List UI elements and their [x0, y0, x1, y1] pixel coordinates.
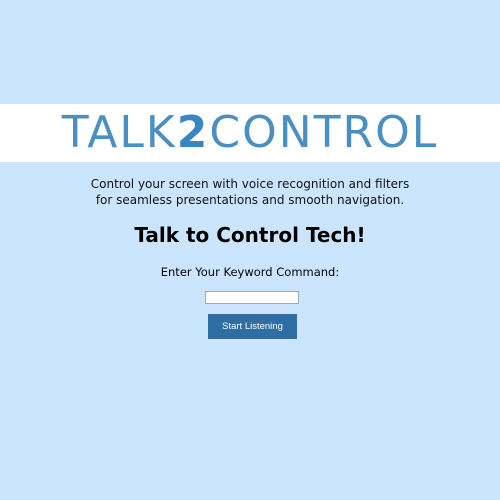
keyword-command-label: Enter Your Keyword Command: — [160, 265, 340, 279]
intro-line-2: for seamless presentations and smooth na… — [95, 193, 405, 207]
intro-text: Control your screen with voice recogniti… — [0, 176, 500, 208]
header-banner: TALK 2 CONTROL — [0, 104, 500, 162]
intro-line-1: Control your screen with voice recogniti… — [90, 177, 410, 191]
logo-number: 2 — [176, 107, 210, 158]
start-listening-button[interactable]: Start Listening — [208, 314, 297, 339]
keyword-command-input[interactable] — [205, 291, 299, 304]
logo-suffix: CONTROL — [209, 107, 439, 158]
brand-logo: TALK 2 CONTROL — [0, 104, 500, 162]
page-title: Talk to Control Tech! — [134, 223, 366, 247]
logo-prefix: TALK — [61, 107, 177, 158]
